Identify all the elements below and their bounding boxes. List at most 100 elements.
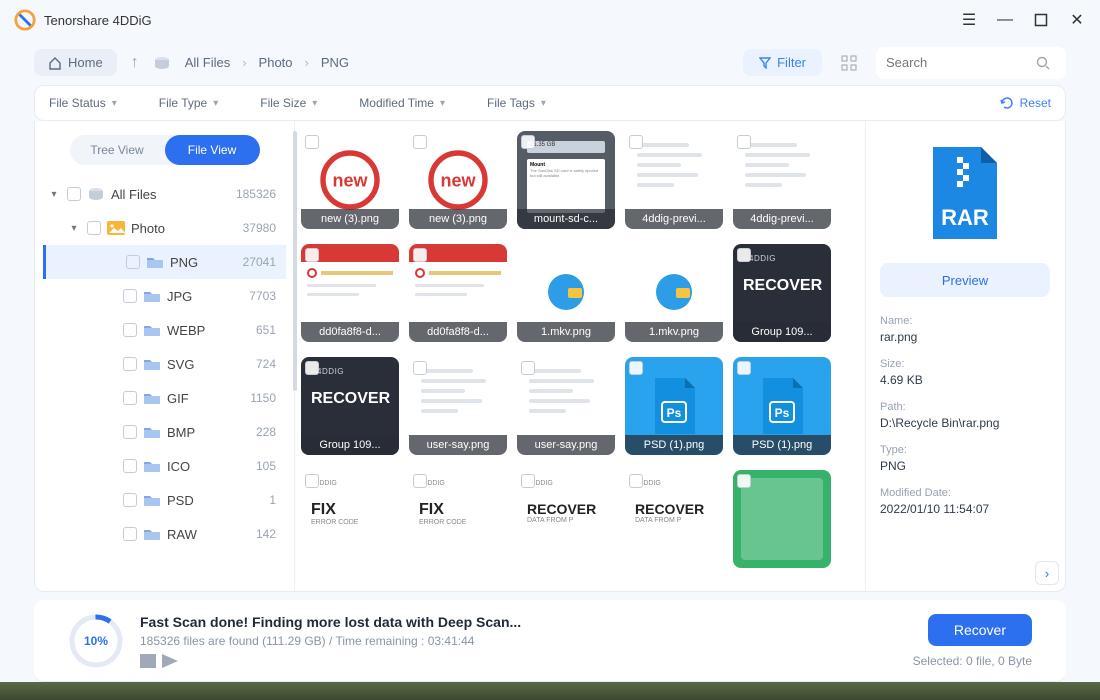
thumbnail-item[interactable]: dd0fa8f8-d... bbox=[409, 244, 507, 342]
tree-item-psd[interactable]: PSD1 bbox=[43, 483, 286, 517]
thumbnail-checkbox[interactable] bbox=[737, 361, 751, 375]
tree-checkbox[interactable] bbox=[126, 255, 140, 269]
thumbnail-item[interactable]: 1.mkv.png bbox=[517, 244, 615, 342]
footer: 10% Fast Scan done! Finding more lost da… bbox=[34, 600, 1066, 682]
thumbnail-checkbox[interactable] bbox=[305, 474, 319, 488]
filter-button[interactable]: Filter bbox=[743, 49, 822, 76]
filter-file-tags[interactable]: File Tags▾ bbox=[487, 96, 546, 110]
thumbnail-checkbox[interactable] bbox=[521, 474, 535, 488]
thumbnail-checkbox[interactable] bbox=[629, 135, 643, 149]
preview-button[interactable]: Preview bbox=[880, 263, 1050, 297]
meta-size: 4.69 KB bbox=[880, 373, 1051, 387]
grid-view-toggle[interactable] bbox=[832, 48, 866, 78]
thumbnail-checkbox[interactable] bbox=[521, 135, 535, 149]
tree-item-jpg[interactable]: JPG7703 bbox=[43, 279, 286, 313]
minimize-button[interactable]: — bbox=[996, 11, 1014, 29]
next-button[interactable]: › bbox=[1035, 561, 1059, 585]
tree-item-webp[interactable]: WEBP651 bbox=[43, 313, 286, 347]
home-icon bbox=[48, 56, 62, 70]
thumbnail-checkbox[interactable] bbox=[413, 361, 427, 375]
tree-checkbox[interactable] bbox=[123, 391, 137, 405]
thumbnail-item[interactable]: 21.35 GBMountThe SanDisk SD card is safe… bbox=[517, 131, 615, 229]
folder-icon bbox=[143, 289, 161, 303]
thumbnail-checkbox[interactable] bbox=[413, 248, 427, 262]
thumbnail-checkbox[interactable] bbox=[737, 474, 751, 488]
thumbnail-item[interactable]: 4ddig-previ... bbox=[733, 131, 831, 229]
search-box[interactable] bbox=[876, 47, 1066, 79]
tree-root[interactable]: ▾ All Files 185326 bbox=[43, 177, 286, 211]
tree-checkbox[interactable] bbox=[87, 221, 101, 235]
thumbnail-checkbox[interactable] bbox=[305, 361, 319, 375]
tree-checkbox[interactable] bbox=[123, 459, 137, 473]
thumbnail-item[interactable]: user-say.png bbox=[409, 357, 507, 455]
thumbnail-item[interactable]: user-say.png bbox=[517, 357, 615, 455]
crumb-png[interactable]: PNG bbox=[321, 55, 349, 70]
tree-checkbox[interactable] bbox=[123, 323, 137, 337]
thumbnail-item[interactable]: ◦ 4DDIGFIXERROR CODE bbox=[409, 470, 507, 568]
thumbnail-checkbox[interactable] bbox=[737, 248, 751, 262]
home-button[interactable]: Home bbox=[34, 49, 117, 76]
thumbnail-item[interactable]: 1.mkv.png bbox=[625, 244, 723, 342]
thumbnail-checkbox[interactable] bbox=[629, 361, 643, 375]
tree-item-gif[interactable]: GIF1150 bbox=[43, 381, 286, 415]
thumbnail-item[interactable]: dd0fa8f8-d... bbox=[301, 244, 399, 342]
tree-checkbox[interactable] bbox=[123, 493, 137, 507]
thumbnail-item[interactable]: PsPSD (1).png bbox=[733, 357, 831, 455]
thumbnail-item[interactable]: 4ddig-previ... bbox=[625, 131, 723, 229]
titlebar: Tenorshare 4DDiG ☰ — ✕ bbox=[0, 0, 1100, 40]
thumbnail-item[interactable]: ◦ 4DDIGFIXERROR CODE bbox=[301, 470, 399, 568]
thumbnail-item[interactable]: ◦ 4DDIGRECOVERGroup 109... bbox=[301, 357, 399, 455]
search-input[interactable] bbox=[886, 55, 1036, 70]
tree-checkbox[interactable] bbox=[123, 527, 137, 541]
thumbnail-label: PSD (1).png bbox=[733, 435, 831, 455]
maximize-button[interactable] bbox=[1032, 11, 1050, 29]
thumbnail-label: 4ddig-previ... bbox=[625, 209, 723, 229]
crumb-photo[interactable]: Photo bbox=[259, 55, 293, 70]
thumbnail-checkbox[interactable] bbox=[305, 135, 319, 149]
filter-modified-time[interactable]: Modified Time▾ bbox=[359, 96, 445, 110]
close-button[interactable]: ✕ bbox=[1068, 11, 1086, 29]
reset-button[interactable]: Reset bbox=[1000, 96, 1051, 110]
tree-item-svg[interactable]: SVG724 bbox=[43, 347, 286, 381]
recover-button[interactable]: Recover bbox=[928, 614, 1032, 646]
thumbnail-checkbox[interactable] bbox=[737, 135, 751, 149]
menu-icon[interactable]: ☰ bbox=[960, 11, 978, 29]
tree-item-ico[interactable]: ICO105 bbox=[43, 449, 286, 483]
tree-view-tab[interactable]: Tree View bbox=[70, 135, 165, 165]
filter-file-type[interactable]: File Type▾ bbox=[159, 96, 219, 110]
tree-photo[interactable]: ▾ Photo 37980 bbox=[43, 211, 286, 245]
thumbnail-checkbox[interactable] bbox=[629, 474, 643, 488]
file-view-tab[interactable]: File View bbox=[165, 135, 260, 165]
nav-up-button[interactable]: ↑ bbox=[127, 54, 143, 72]
crumb-all[interactable]: All Files bbox=[185, 55, 231, 70]
app-logo-icon bbox=[14, 9, 36, 31]
thumbnail-item[interactable]: ◦ 4DDIGRECOVERGroup 109... bbox=[733, 244, 831, 342]
preview-thumbnail: RAR bbox=[880, 133, 1050, 253]
thumbnail-label: mount-sd-c... bbox=[517, 209, 615, 229]
thumbnail-item[interactable]: newnew (3).png bbox=[409, 131, 507, 229]
thumbnail-label: user-say.png bbox=[409, 435, 507, 455]
tree-checkbox[interactable] bbox=[67, 187, 81, 201]
thumbnail-item[interactable]: ◦ 4DDIGRECOVERDATA FROM P bbox=[517, 470, 615, 568]
thumbnail-item[interactable]: PsPSD (1).png bbox=[625, 357, 723, 455]
thumbnail-item[interactable] bbox=[733, 470, 831, 568]
thumbnail-checkbox[interactable] bbox=[413, 474, 427, 488]
tree-item-bmp[interactable]: BMP228 bbox=[43, 415, 286, 449]
thumbnail-item[interactable]: ◦ 4DDIGRECOVERDATA FROM P bbox=[625, 470, 723, 568]
tree-checkbox[interactable] bbox=[123, 425, 137, 439]
thumbnail-label: 1.mkv.png bbox=[625, 322, 723, 342]
filter-file-status[interactable]: File Status▾ bbox=[49, 96, 117, 110]
thumbnail-label: dd0fa8f8-d... bbox=[301, 322, 399, 342]
thumbnail-checkbox[interactable] bbox=[521, 361, 535, 375]
sidebar-scrollbar[interactable] bbox=[293, 131, 297, 391]
filter-file-size[interactable]: File Size▾ bbox=[260, 96, 317, 110]
thumbnail-checkbox[interactable] bbox=[305, 248, 319, 262]
thumbnail-item[interactable]: newnew (3).png bbox=[301, 131, 399, 229]
thumbnail-checkbox[interactable] bbox=[413, 135, 427, 149]
tree-checkbox[interactable] bbox=[123, 357, 137, 371]
play-scan-button[interactable] bbox=[162, 654, 178, 668]
tree-checkbox[interactable] bbox=[123, 289, 137, 303]
stop-scan-button[interactable] bbox=[140, 654, 156, 668]
tree-item-raw[interactable]: RAW142 bbox=[43, 517, 286, 551]
tree-item-png[interactable]: PNG27041 bbox=[43, 245, 286, 279]
